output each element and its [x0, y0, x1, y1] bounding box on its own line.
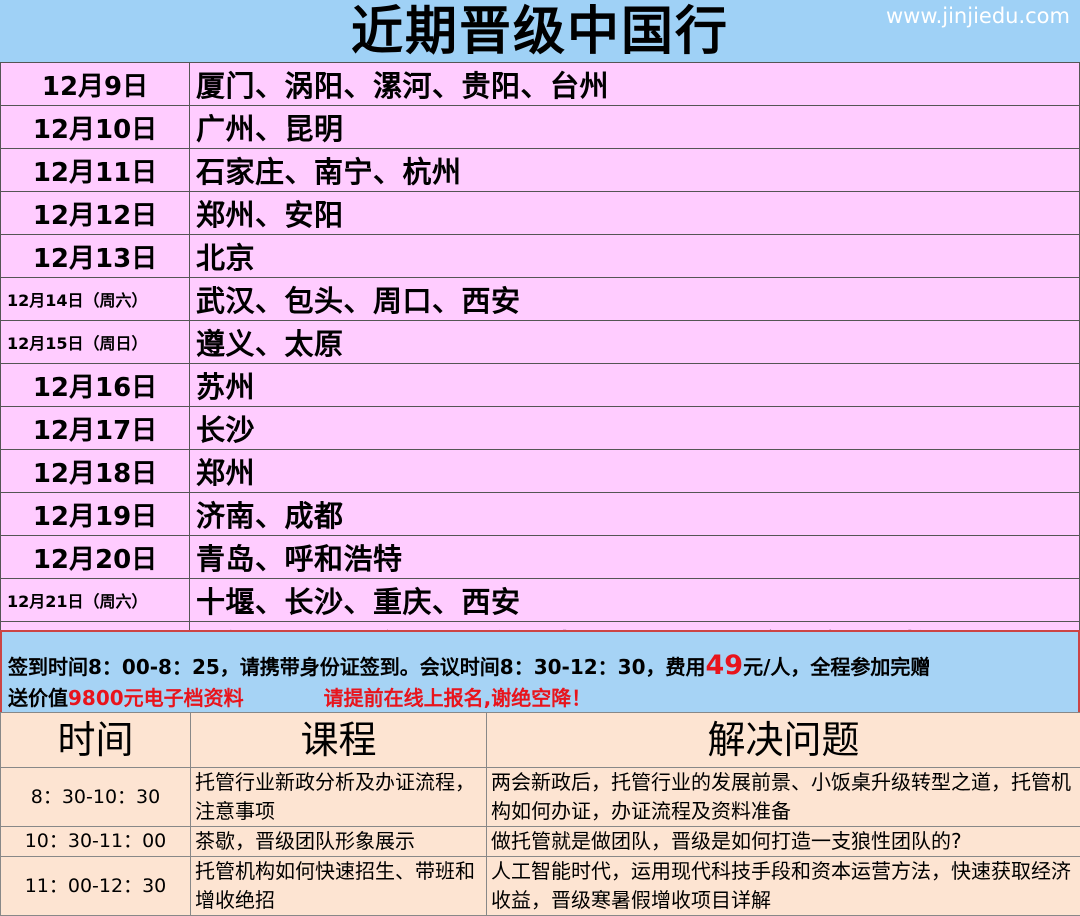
schedule-row: 12月19日济南、成都: [1, 493, 1080, 536]
schedule-row: 12月17日长沙: [1, 407, 1080, 450]
header-time: 时间: [1, 713, 191, 768]
schedule-row: 12月21日（周六）十堰、长沙、重庆、西安: [1, 579, 1080, 622]
schedule-cities: 遵义、太原: [190, 321, 1080, 364]
course-time: 11：00-12：30: [1, 857, 191, 916]
course-time: 8：30-10：30: [1, 768, 191, 827]
course-row: 10：30-11：00茶歇，晋级团队形象展示做托管就是做团队，晋级是如何打造一支…: [1, 827, 1080, 857]
schedule-row: 12月16日苏州: [1, 364, 1080, 407]
course-header-row: 时间 课程 解决问题: [1, 713, 1080, 768]
schedule-row: 12月10日广州、昆明: [1, 106, 1080, 149]
header-course: 课程: [191, 713, 487, 768]
schedule-cities: 青岛、呼和浩特: [190, 536, 1080, 579]
course-table: 时间 课程 解决问题 8：30-10：30托管行业新政分析及办证流程，注意事项两…: [0, 712, 1080, 916]
notice-line-1: 签到时间8：00-8：25，请携带身份证签到。会议时间8：30-12：30，费用…: [8, 650, 930, 681]
schedule-date: 12月13日: [1, 235, 190, 278]
schedule-row: 12月9日厦门、涡阳、漯河、贵阳、台州: [1, 63, 1080, 106]
schedule-date: 12月12日: [1, 192, 190, 235]
schedule-date: 12月9日: [1, 63, 190, 106]
schedule-row: 12月11日石家庄、南宁、杭州: [1, 149, 1080, 192]
course-topic: 茶歇，晋级团队形象展示: [191, 827, 487, 857]
schedule-cities: 济南、成都: [190, 493, 1080, 536]
notice-fee-text: 元/人，全程参加完赠: [743, 655, 930, 679]
schedule-date: 12月21日（周六）: [1, 579, 190, 622]
schedule-row: 12月15日（周日）遵义、太原: [1, 321, 1080, 364]
schedule-date: 12月10日: [1, 106, 190, 149]
schedule-cities: 长沙: [190, 407, 1080, 450]
schedule-date: 12月16日: [1, 364, 190, 407]
schedule-cities: 厦门、涡阳、漯河、贵阳、台州: [190, 63, 1080, 106]
schedule-cities: 郑州: [190, 450, 1080, 493]
schedule-cities: 武汉、包头、周口、西安: [190, 278, 1080, 321]
notice-line-2: 送价值9800元电子档资料 请提前在线上报名,谢绝空降！: [8, 682, 591, 711]
schedule-cities: 石家庄、南宁、杭州: [190, 149, 1080, 192]
fee-amount: 49: [706, 650, 744, 681]
schedule-cities: 十堰、长沙、重庆、西安: [190, 579, 1080, 622]
course-row: 8：30-10：30托管行业新政分析及办证流程，注意事项两会新政后，托管行业的发…: [1, 768, 1080, 827]
schedule-date: 12月11日: [1, 149, 190, 192]
course-topic: 托管行业新政分析及办证流程，注意事项: [191, 768, 487, 827]
schedule-cities: 北京: [190, 235, 1080, 278]
schedule-cities: 郑州、安阳: [190, 192, 1080, 235]
course-time: 10：30-11：00: [1, 827, 191, 857]
schedule-row: 12月12日郑州、安阳: [1, 192, 1080, 235]
notice-box: 签到时间8：00-8：25，请携带身份证签到。会议时间8：30-12：30，费用…: [0, 630, 1080, 714]
course-problem: 做托管就是做团队，晋级是如何打造一支狼性团队的?: [487, 827, 1080, 857]
schedule-row: 12月14日（周六）武汉、包头、周口、西安: [1, 278, 1080, 321]
schedule-date: 12月14日（周六）: [1, 278, 190, 321]
registration-warning: 请提前在线上报名,谢绝空降！: [324, 686, 592, 710]
notice-gift-prefix: 送价值: [8, 686, 68, 710]
schedule-date: 12月17日: [1, 407, 190, 450]
course-row: 11：00-12：30托管机构如何快速招生、带班和增收绝招人工智能时代，运用现代…: [1, 857, 1080, 916]
schedule-row: 12月13日北京: [1, 235, 1080, 278]
gift-text: 9800元电子档资料: [68, 686, 244, 710]
header-problem: 解决问题: [487, 713, 1080, 768]
course-problem: 人工智能时代，运用现代科技手段和资本运营方法，快速获取经济收益，晋级寒暑假增收项…: [487, 857, 1080, 916]
notice-checkin-text: 签到时间8：00-8：25，请携带身份证签到。会议时间8：30-12：30，费用: [8, 655, 706, 679]
course-problem: 两会新政后，托管行业的发展前景、小饭桌升级转型之道，托管机构如何办证，办证流程及…: [487, 768, 1080, 827]
schedule-row: 12月18日郑州: [1, 450, 1080, 493]
schedule-date: 12月15日（周日）: [1, 321, 190, 364]
schedule-row: 12月20日青岛、呼和浩特: [1, 536, 1080, 579]
schedule-date: 12月20日: [1, 536, 190, 579]
schedule-date: 12月18日: [1, 450, 190, 493]
schedule-date: 12月19日: [1, 493, 190, 536]
schedule-cities: 广州、昆明: [190, 106, 1080, 149]
website-url: www.jinjiedu.com: [886, 4, 1070, 28]
schedule-cities: 苏州: [190, 364, 1080, 407]
course-topic: 托管机构如何快速招生、带班和增收绝招: [191, 857, 487, 916]
